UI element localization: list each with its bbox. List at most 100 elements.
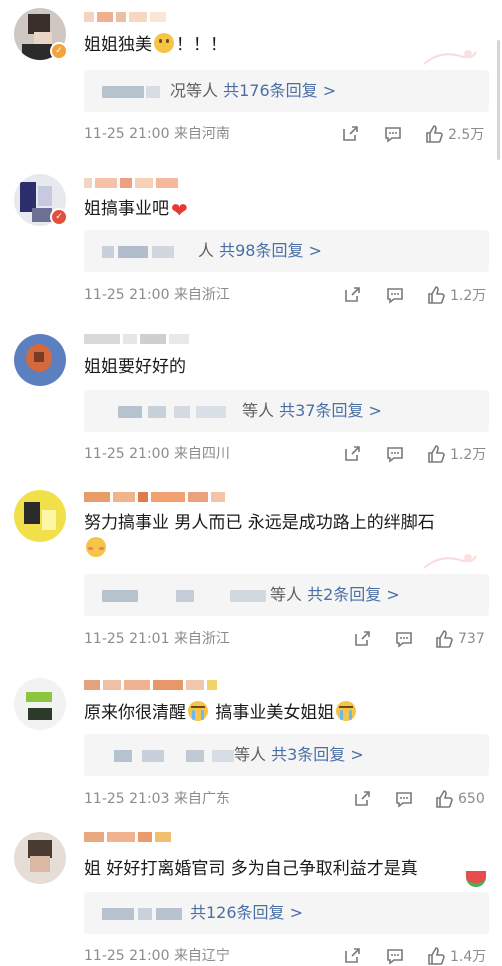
share-icon xyxy=(345,446,360,461)
like-count: 650 xyxy=(458,791,485,807)
location: 来自浙江 xyxy=(173,631,230,647)
thumbs-up-icon xyxy=(428,286,445,304)
username-blurred[interactable] xyxy=(84,332,189,346)
timestamp: 11-25 21:00 xyxy=(84,287,170,303)
comment-text: 努力搞事业 男人而已 永远是成功路上的绊脚石 xyxy=(84,513,435,533)
comment-text: 姐搞事业吧 ❤ xyxy=(84,198,188,222)
username-blurred[interactable] xyxy=(84,830,171,844)
reply-users: 况等人 xyxy=(170,81,219,100)
location: 来自浙江 xyxy=(173,287,230,303)
blushing-face-emoji-icon xyxy=(86,537,106,557)
watermelon-emoji xyxy=(464,866,488,892)
thumbs-up-icon xyxy=(436,630,453,648)
pleading-face-emoji-icon xyxy=(154,33,174,53)
comment-icon xyxy=(387,288,403,304)
like-count: 1.2万 xyxy=(450,447,487,463)
share-button[interactable] xyxy=(352,629,372,649)
verified-badge-icon: ✓ xyxy=(50,42,68,60)
avatar[interactable] xyxy=(14,490,66,542)
timestamp: 11-25 21:03 xyxy=(84,791,170,807)
username-blurred[interactable] xyxy=(84,490,225,504)
like-count: 2.5万 xyxy=(448,127,485,143)
avatar[interactable] xyxy=(14,832,66,884)
view-replies-link[interactable]: 共3条回复 > xyxy=(271,745,364,764)
share-icon xyxy=(343,126,358,141)
watermelon-emoji-icon xyxy=(466,871,486,887)
like-count: 1.2万 xyxy=(450,288,487,304)
view-replies-link[interactable]: 共176条回复 > xyxy=(223,81,336,100)
comment-meta: 11-25 21:00 来自浙江 xyxy=(84,285,230,305)
share-icon xyxy=(355,791,370,806)
reply-users: 人 xyxy=(198,241,215,260)
heart-emoji-icon: ❤ xyxy=(171,198,188,222)
share-button[interactable] xyxy=(352,789,372,809)
share-button[interactable] xyxy=(342,285,362,305)
reply-users: 等人 xyxy=(242,401,275,420)
thumbs-up-icon xyxy=(428,947,445,965)
comment-text: 原来你很清醒 搞事业美女姐姐 xyxy=(84,700,358,726)
timestamp: 11-25 21:01 xyxy=(84,631,170,647)
view-replies-link[interactable]: 共98条回复 > xyxy=(219,241,322,260)
thumbs-up-icon xyxy=(436,790,453,808)
comment-icon xyxy=(396,632,412,648)
like-count: 737 xyxy=(458,631,485,647)
bubble-decoration-icon xyxy=(420,550,480,572)
timestamp: 11-25 21:00 xyxy=(84,126,170,142)
comment-meta: 11-25 21:00 来自辽宁 xyxy=(84,946,230,966)
comment-button[interactable] xyxy=(385,444,405,464)
location: 来自河南 xyxy=(173,126,230,142)
reply-users: 等人 xyxy=(234,745,267,764)
scrollbar[interactable] xyxy=(497,40,500,160)
location: 来自辽宁 xyxy=(173,948,230,964)
like-count: 1.4万 xyxy=(450,949,487,965)
comment-meta: 11-25 21:00 来自四川 xyxy=(84,444,230,464)
avatar[interactable] xyxy=(14,334,66,386)
reply-users: 等人 xyxy=(270,585,303,604)
comment-button[interactable] xyxy=(385,946,405,966)
share-icon xyxy=(355,631,370,646)
share-button[interactable] xyxy=(342,444,362,464)
replies-preview[interactable]: 等人 共2条回复 > xyxy=(84,574,489,616)
comment-button[interactable] xyxy=(394,789,414,809)
comment-meta: 11-25 21:00 来自河南 xyxy=(84,124,230,144)
username-blurred[interactable] xyxy=(84,10,166,24)
view-replies-link[interactable]: 共126条回复 > xyxy=(190,903,303,922)
username-blurred[interactable] xyxy=(84,176,178,190)
bubble-decoration-icon xyxy=(420,46,480,68)
thumbs-up-icon xyxy=(428,445,445,463)
comment-emoji-line xyxy=(84,536,108,562)
replies-preview[interactable]: 共126条回复 > xyxy=(84,892,489,934)
comment-icon xyxy=(385,127,401,143)
like-button[interactable]: 1.2万 xyxy=(426,444,486,464)
like-button[interactable]: 2.5万 xyxy=(424,124,484,144)
view-replies-link[interactable]: 共2条回复 > xyxy=(307,585,400,604)
comment-button[interactable] xyxy=(394,629,414,649)
comment-icon xyxy=(387,447,403,463)
comment-icon xyxy=(387,949,403,965)
location: 来自广东 xyxy=(173,791,230,807)
like-button[interactable]: 1.2万 xyxy=(426,285,486,305)
comment-text: 姐 好好打离婚官司 多为自己争取利益才是真 xyxy=(84,859,418,879)
verified-badge-icon: ✓ xyxy=(50,208,68,226)
comment-button[interactable] xyxy=(385,285,405,305)
share-icon xyxy=(345,287,360,302)
username-blurred[interactable] xyxy=(84,678,217,692)
replies-preview[interactable]: 等人 共37条回复 > xyxy=(84,390,489,432)
avatar[interactable] xyxy=(14,678,66,730)
comment-meta: 11-25 21:01 来自浙江 xyxy=(84,629,230,649)
crying-face-emoji-icon xyxy=(188,701,208,721)
comment-button[interactable] xyxy=(383,124,403,144)
crying-face-emoji-icon xyxy=(336,701,357,721)
like-button[interactable]: 1.4万 xyxy=(426,946,486,966)
view-replies-link[interactable]: 共37条回复 > xyxy=(279,401,382,420)
share-button[interactable] xyxy=(342,946,362,966)
like-button[interactable]: 650 xyxy=(434,789,485,809)
replies-preview[interactable]: 况等人 共176条回复 > xyxy=(84,70,489,112)
like-button[interactable]: 737 xyxy=(434,629,485,649)
replies-preview[interactable]: 等人 共3条回复 > xyxy=(84,734,489,776)
thumbs-up-icon xyxy=(426,125,443,143)
comment-meta: 11-25 21:03 来自广东 xyxy=(84,789,230,809)
replies-preview[interactable]: 人 共98条回复 > xyxy=(84,230,489,272)
timestamp: 11-25 21:00 xyxy=(84,948,170,964)
share-button[interactable] xyxy=(340,124,360,144)
